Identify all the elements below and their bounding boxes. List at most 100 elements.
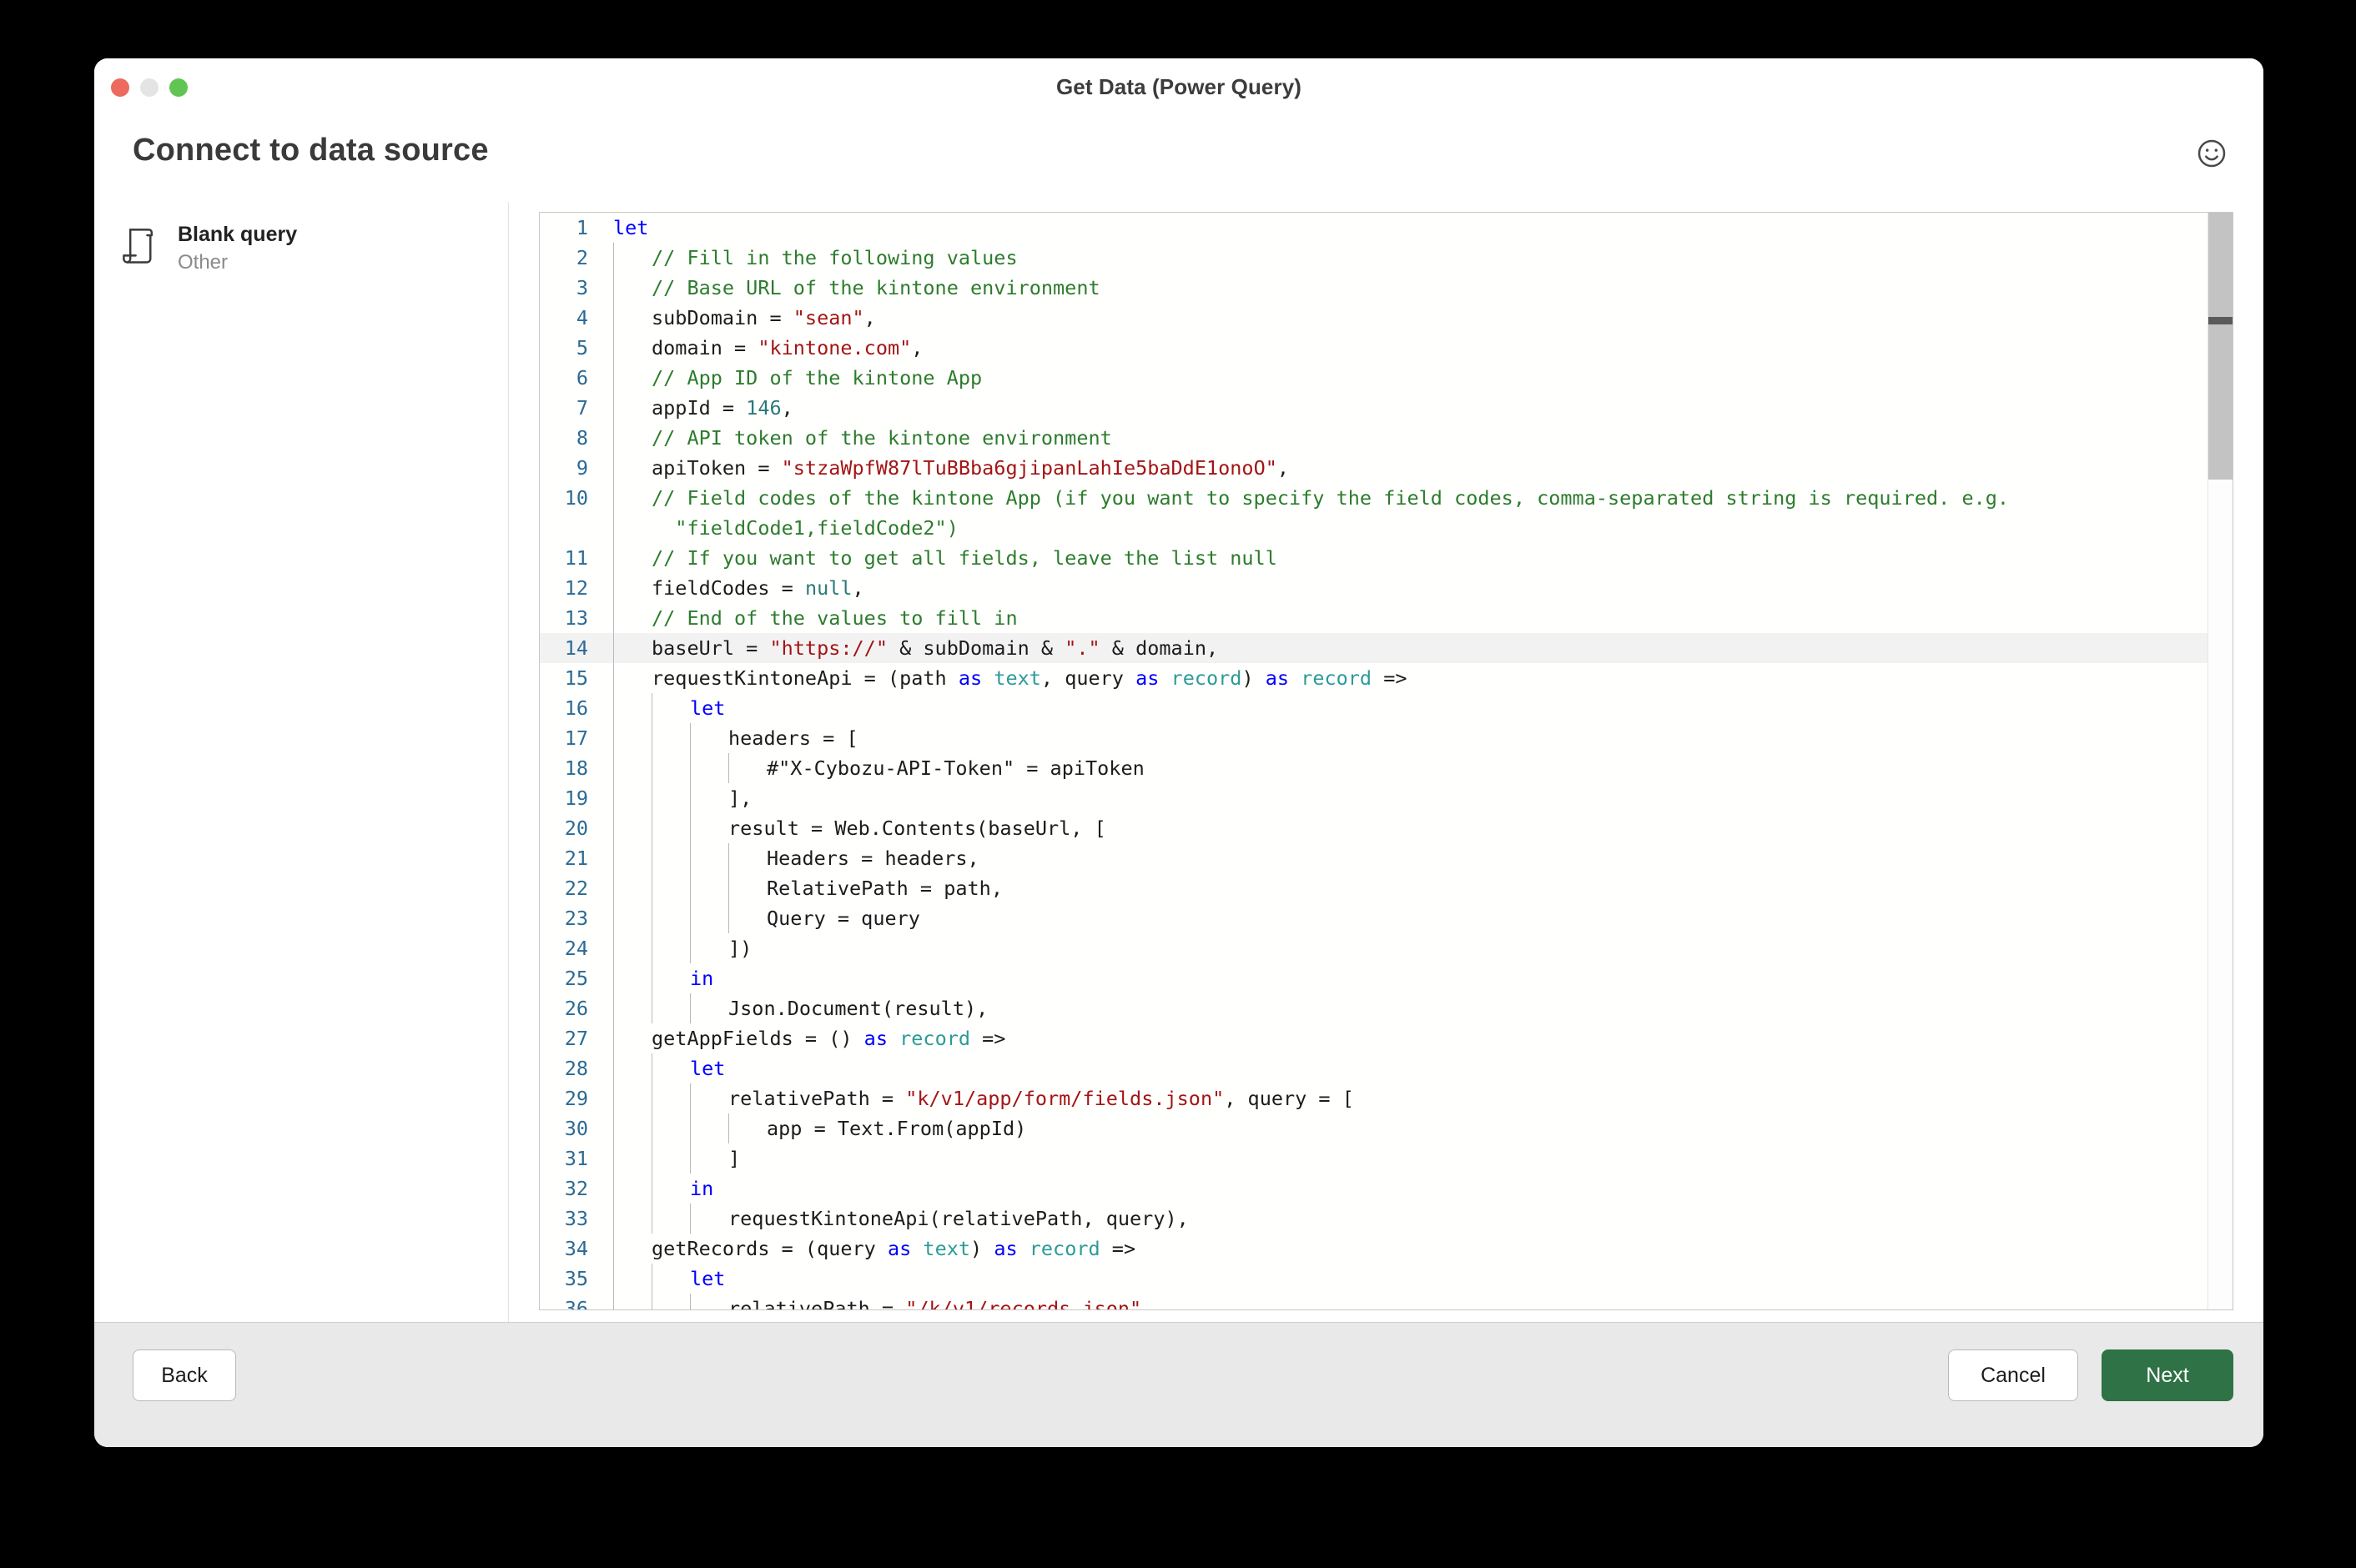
code-text[interactable]: getRecords = (query as text) as record =…	[602, 1234, 2233, 1264]
code-text[interactable]: // Fill in the following values	[602, 243, 2233, 273]
code-text[interactable]: Json.Document(result),	[602, 993, 2233, 1023]
next-button[interactable]: Next	[2102, 1349, 2233, 1401]
code-text[interactable]: Query = query	[602, 903, 2233, 933]
query-editor[interactable]: 1 let 2 // Fill in the following values 3 // …	[539, 212, 2233, 1310]
code-line[interactable]: 5 domain = "kintone.com",	[540, 333, 2233, 363]
line-number: 6	[576, 366, 588, 389]
code-text[interactable]: let	[602, 213, 2233, 243]
code-text[interactable]: Headers = headers,	[602, 843, 2233, 873]
line-number: 32	[564, 1177, 588, 1200]
code-text[interactable]: headers = [	[602, 723, 2233, 753]
code-line[interactable]: 18 #"X-Cybozu-API-Token" = apiToken	[540, 753, 2233, 783]
code-text[interactable]: ]	[602, 1143, 2233, 1173]
code-line[interactable]: 11 // If you want to get all fields, leav…	[540, 543, 2233, 573]
code-text[interactable]: RelativePath = path,	[602, 873, 2233, 903]
code-line[interactable]: 19],	[540, 783, 2233, 813]
code-text[interactable]: #"X-Cybozu-API-Token" = apiToken	[602, 753, 2233, 783]
line-number: 29	[564, 1087, 588, 1110]
line-number: 19	[564, 787, 588, 810]
line-number: 16	[564, 696, 588, 720]
code-text[interactable]: apiToken = "stzaWpfW87lTuBBba6gjipanLahI…	[602, 453, 2233, 483]
code-text[interactable]: baseUrl = "https://" & subDomain & "." &…	[602, 633, 2233, 663]
code-text[interactable]: let	[602, 1053, 2233, 1083]
code-text[interactable]: domain = "kintone.com",	[602, 333, 2233, 363]
code-text[interactable]: appId = 146,	[602, 393, 2233, 423]
code-line[interactable]: 23 Query = query	[540, 903, 2233, 933]
code-lines[interactable]: 1 let 2 // Fill in the following values 3 // …	[540, 213, 2233, 1309]
code-line[interactable]: 1 let	[540, 213, 2233, 243]
code-line[interactable]: 12 fieldCodes = null,	[540, 573, 2233, 603]
code-line[interactable]: 9 apiToken = "stzaWpfW87lTuBBba6gjipanLah…	[540, 453, 2233, 483]
sidebar-item-blank-query[interactable]: Blank query Other	[94, 214, 508, 284]
dialog-body: Blank query Other 1 let 2 // Fill in the fo…	[94, 202, 2263, 1322]
code-line[interactable]: 24])	[540, 933, 2233, 963]
code-line[interactable]: 25 in	[540, 963, 2233, 993]
code-text[interactable]: requestKintoneApi = (path as text, query…	[602, 663, 2233, 693]
code-text[interactable]: let	[602, 693, 2233, 723]
code-line[interactable]: 29 relativePath = "k/v1/app/form/fields.j…	[540, 1083, 2233, 1113]
code-line[interactable]: 6 // App ID of the kintone App	[540, 363, 2233, 393]
code-line[interactable]: 33 requestKintoneApi(relativePath, query)…	[540, 1204, 2233, 1234]
code-text[interactable]: in	[602, 963, 2233, 993]
code-text[interactable]: let	[602, 1264, 2233, 1294]
code-text[interactable]: in	[602, 1173, 2233, 1204]
code-text[interactable]: ])	[602, 933, 2233, 963]
code-text[interactable]: // Field codes of the kintone App (if yo…	[602, 483, 2233, 543]
code-line[interactable]: 26 Json.Document(result),	[540, 993, 2233, 1023]
code-line[interactable]: 3 // Base URL of the kintone environment	[540, 273, 2233, 303]
code-line[interactable]: 8 // API token of the kintone environment	[540, 423, 2233, 453]
code-line[interactable]: 13 // End of the values to fill in	[540, 603, 2233, 633]
code-text[interactable]: app = Text.From(appId)	[602, 1113, 2233, 1143]
smiley-face-icon[interactable]	[2189, 131, 2234, 176]
line-number: 31	[564, 1147, 588, 1170]
scroll-document-icon	[123, 225, 161, 271]
code-text[interactable]: ],	[602, 783, 2233, 813]
line-number: 5	[576, 336, 588, 359]
line-number: 15	[564, 666, 588, 690]
code-line[interactable]: 2 // Fill in the following values	[540, 243, 2233, 273]
code-text[interactable]: relativePath = "/k/v1/records.json",	[602, 1294, 2233, 1309]
line-number: 20	[564, 817, 588, 840]
code-line[interactable]: 34 getRecords = (query as text) as record…	[540, 1234, 2233, 1264]
code-text[interactable]: result = Web.Contents(baseUrl, [	[602, 813, 2233, 843]
code-text[interactable]: // End of the values to fill in	[602, 603, 2233, 633]
line-number: 28	[564, 1057, 588, 1080]
code-text[interactable]: requestKintoneApi(relativePath, query),	[602, 1204, 2233, 1234]
code-text[interactable]: // App ID of the kintone App	[602, 363, 2233, 393]
query-editor-container: 1 let 2 // Fill in the following values 3 // …	[509, 202, 2263, 1322]
code-text[interactable]: // Base URL of the kintone environment	[602, 273, 2233, 303]
code-text[interactable]: subDomain = "sean",	[602, 303, 2233, 333]
code-text[interactable]: fieldCodes = null,	[602, 573, 2233, 603]
code-line[interactable]: 36 relativePath = "/k/v1/records.json",	[540, 1294, 2233, 1309]
code-line[interactable]: 7 appId = 146,	[540, 393, 2233, 423]
line-number: 13	[564, 606, 588, 630]
code-line[interactable]: 28 let	[540, 1053, 2233, 1083]
line-number: 36	[564, 1297, 588, 1309]
editor-vertical-scrollbar[interactable]	[2207, 213, 2233, 1309]
code-line[interactable]: 31]	[540, 1143, 2233, 1173]
code-text[interactable]: // API token of the kintone environment	[602, 423, 2233, 453]
line-number: 23	[564, 907, 588, 930]
code-text[interactable]: relativePath = "k/v1/app/form/fields.jso…	[602, 1083, 2233, 1113]
code-line[interactable]: 15 requestKintoneApi = (path as text, que…	[540, 663, 2233, 693]
code-line[interactable]: 16 let	[540, 693, 2233, 723]
editor-current-line-marker	[2208, 317, 2233, 324]
code-text[interactable]: // If you want to get all fields, leave …	[602, 543, 2233, 573]
back-button[interactable]: Back	[133, 1349, 236, 1401]
code-line[interactable]: 32 in	[540, 1173, 2233, 1204]
code-line[interactable]: 27 getAppFields = () as record =>	[540, 1023, 2233, 1053]
code-line[interactable]: 35 let	[540, 1264, 2233, 1294]
code-line[interactable]: 10 // Field codes of the kintone App (if …	[540, 483, 2233, 543]
code-line[interactable]: 22 RelativePath = path,	[540, 873, 2233, 903]
cancel-button[interactable]: Cancel	[1948, 1349, 2078, 1401]
code-line[interactable]: 30 app = Text.From(appId)	[540, 1113, 2233, 1143]
code-line[interactable]: 21 Headers = headers,	[540, 843, 2233, 873]
editor-scrollbar-thumb[interactable]	[2208, 213, 2233, 480]
line-number: 22	[564, 877, 588, 900]
code-line[interactable]: 20 result = Web.Contents(baseUrl, [	[540, 813, 2233, 843]
code-text[interactable]: getAppFields = () as record =>	[602, 1023, 2233, 1053]
line-number: 12	[564, 576, 588, 600]
code-line[interactable]: 14 baseUrl = "https://" & subDomain & "."…	[540, 633, 2233, 663]
code-line[interactable]: 17 headers = [	[540, 723, 2233, 753]
code-line[interactable]: 4 subDomain = "sean",	[540, 303, 2233, 333]
